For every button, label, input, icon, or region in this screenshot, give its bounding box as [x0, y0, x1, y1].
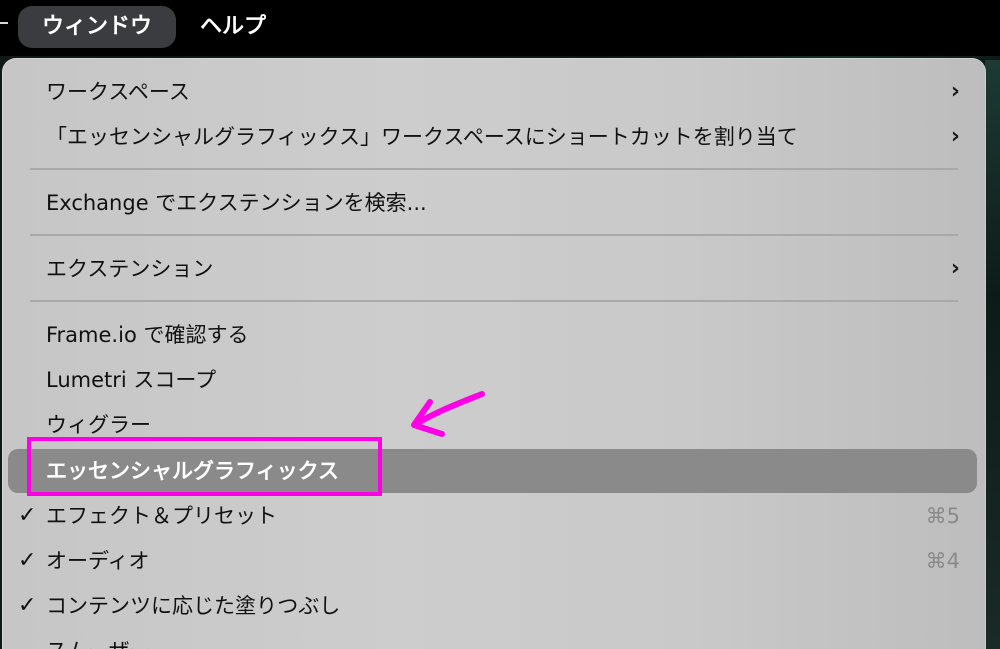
menu-separator: [30, 300, 958, 302]
menu-item-audio[interactable]: ✓ オーディオ ⌘4: [18, 539, 960, 583]
shortcut-label: ⌘5: [925, 504, 960, 528]
menu-item-label: Frame.io で確認する: [46, 323, 249, 347]
menu-item-lumetri-scopes[interactable]: Lumetri スコープ: [46, 358, 960, 402]
menu-item-label: ワークスペース: [46, 80, 190, 104]
menu-item-frameio[interactable]: Frame.io で確認する: [46, 313, 960, 357]
menu-item-label: ウィグラー: [46, 413, 151, 437]
checkmark-icon: ✓: [18, 503, 37, 528]
menu-item-content-aware-fill[interactable]: ✓ コンテンツに応じた塗りつぶし: [18, 584, 960, 628]
menu-item-label: 「エッセンシャルグラフィックス」ワークスペースにショートカットを割り当て: [46, 125, 798, 149]
menu-separator: [30, 234, 958, 236]
shortcut-label: ⌘4: [925, 549, 960, 573]
checkmark-icon: ✓: [18, 593, 37, 618]
menu-item-label: オーディオ: [46, 549, 150, 573]
menu-item-extensions[interactable]: エクステンション ›: [46, 247, 960, 291]
menu-separator: [30, 168, 958, 170]
menu-item-essential-graphics[interactable]: エッセンシャルグラフィックス: [46, 449, 946, 493]
menu-item-effects-presets[interactable]: ✓ エフェクト＆プリセット ⌘5: [18, 494, 960, 538]
menu-item-workspace[interactable]: ワークスペース ›: [46, 70, 960, 114]
menu-item-wiggler[interactable]: ウィグラー: [46, 403, 960, 447]
menu-item-label: Lumetri スコープ: [46, 368, 217, 392]
menu-item-label: エフェクト＆プリセット: [46, 504, 277, 528]
menu-help[interactable]: ヘルプ: [176, 6, 290, 48]
menu-window[interactable]: ウィンドウ: [18, 6, 177, 48]
menu-item-label: コンテンツに応じた塗りつぶし: [46, 594, 341, 618]
checkmark-icon: ✓: [18, 548, 37, 573]
chevron-right-icon: ›: [950, 79, 960, 104]
menu-bar: ウィンドウ ヘルプ: [0, 0, 1000, 56]
menu-item-smoother[interactable]: スムーザー: [46, 629, 960, 649]
chevron-right-icon: ›: [950, 124, 960, 149]
menu-item-label: エクステンション: [46, 257, 214, 281]
app-background-edge: [985, 60, 1000, 649]
menu-item-label: スムーザー: [46, 639, 151, 649]
menu-bar-previous-item-fragment: [0, 22, 8, 24]
menu-item-label: エッセンシャルグラフィックス: [46, 459, 339, 483]
menu-item-exchange-search[interactable]: Exchange でエクステンションを検索...: [46, 181, 960, 225]
menu-item-assign-shortcut[interactable]: 「エッセンシャルグラフィックス」ワークスペースにショートカットを割り当て ›: [46, 115, 960, 159]
chevron-right-icon: ›: [950, 256, 960, 281]
menu-item-label: Exchange でエクステンションを検索...: [46, 191, 427, 215]
